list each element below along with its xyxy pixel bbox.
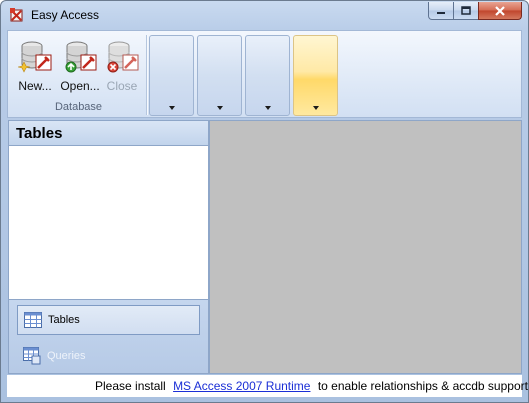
title-bar[interactable]: Easy Access [1,1,528,29]
open-database-label: Open... [60,79,100,93]
nav-item-queries-label: Queries [47,350,86,362]
ribbon-split-button-4[interactable] [293,35,338,116]
caption-buttons [428,2,522,20]
minimize-button[interactable] [428,2,454,20]
dropdown-arrow-icon [169,106,175,110]
query-grid-icon [23,347,41,365]
ribbon-split-button-3[interactable] [245,35,290,116]
dropdown-arrow-icon [313,106,319,110]
window-title: Easy Access [31,8,100,22]
status-bar: Please install MS Access 2007 Runtime to… [7,375,528,397]
minimize-icon [437,11,445,14]
status-suffix: to enable relationships & accdb support! [317,379,529,393]
database-new-icon [18,41,52,73]
database-open-icon [65,41,97,73]
ribbon-group-separator [146,35,148,115]
maximize-icon [461,6,471,15]
status-prefix: Please install [95,379,166,393]
tables-list[interactable] [9,146,208,299]
database-close-icon [107,41,139,73]
new-database-button[interactable]: New... [13,38,57,94]
database-group: New... Open... Close Database [9,32,148,116]
dropdown-arrow-icon [265,106,271,110]
close-button[interactable] [478,2,522,20]
new-database-label: New... [18,79,52,93]
table-grid-icon [24,312,42,328]
ms-access-runtime-link[interactable]: MS Access 2007 Runtime [173,379,310,393]
maximize-button[interactable] [453,2,479,20]
close-database-label: Close [106,79,138,93]
ribbon-split-button-2[interactable] [197,35,242,116]
app-window: Easy Access New... Open... Close Databas… [0,0,529,403]
nav-item-queries[interactable]: Queries [17,341,200,371]
nav-item-tables-label: Tables [48,314,80,326]
dropdown-arrow-icon [217,106,223,110]
close-database-button[interactable]: Close [100,38,144,94]
ribbon: New... Open... Close Database [7,30,522,118]
open-database-button[interactable]: Open... [58,38,102,94]
nav-pane-header: Tables [9,121,208,146]
easy-access-app-icon [10,8,23,22]
nav-pane-buttons: Tables Queries [9,299,208,373]
navigation-pane: Tables Tables Queries [8,120,209,374]
database-group-label: Database [54,101,103,113]
nav-item-tables[interactable]: Tables [17,305,200,335]
ribbon-split-button-1[interactable] [149,35,194,116]
main-workspace [209,120,522,374]
close-icon [495,5,505,16]
